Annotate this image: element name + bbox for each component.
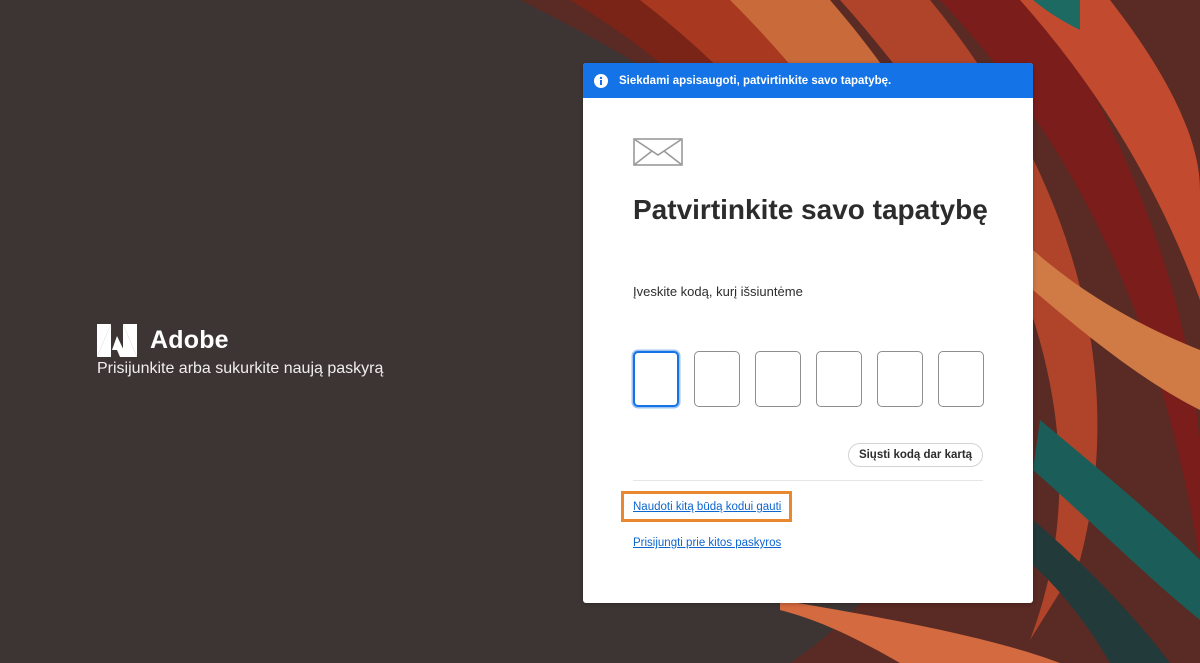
verification-card: Siekdami apsisaugoti, patvirtinkite savo… <box>583 63 1033 603</box>
envelope-icon <box>633 138 683 166</box>
code-input-group <box>633 351 984 407</box>
other-account-link[interactable]: Prisijungti prie kitos paskyros <box>633 537 781 549</box>
page-title: Patvirtinkite savo tapatybę <box>633 194 988 225</box>
info-banner: Siekdami apsisaugoti, patvirtinkite savo… <box>583 63 1033 98</box>
code-digit-4[interactable] <box>816 351 862 407</box>
code-digit-1[interactable] <box>633 351 679 407</box>
alt-method-link[interactable]: Naudoti kitą būdą kodui gauti <box>633 501 781 513</box>
brand-row: Adobe <box>97 324 383 357</box>
code-digit-2[interactable] <box>694 351 740 407</box>
banner-text: Siekdami apsisaugoti, patvirtinkite savo… <box>619 74 892 87</box>
page-subtitle: Įveskite kodą, kurį išsiuntėme <box>633 284 803 299</box>
brand-tagline: Prisijunkite arba sukurkite naują paskyr… <box>97 360 384 377</box>
code-digit-5[interactable] <box>877 351 923 407</box>
code-digit-6[interactable] <box>938 351 984 407</box>
brand-name: Adobe <box>150 326 229 354</box>
resend-code-button[interactable]: Siųsti kodą dar kartą <box>848 443 983 467</box>
divider <box>633 480 983 481</box>
adobe-logo-icon <box>97 324 137 357</box>
info-icon <box>594 73 608 88</box>
brand-block: Adobe Prisijunkite arba sukurkite naują … <box>97 324 383 378</box>
code-digit-3[interactable] <box>755 351 801 407</box>
